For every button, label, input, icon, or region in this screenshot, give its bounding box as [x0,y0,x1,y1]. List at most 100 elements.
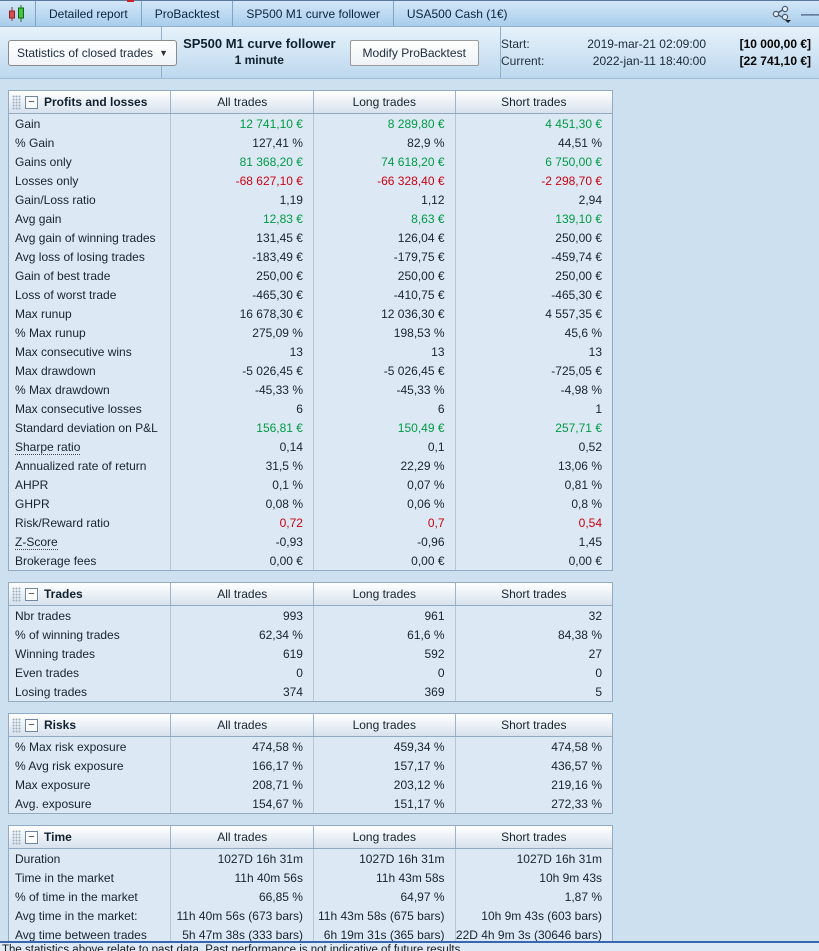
tab-strategy[interactable]: SP500 M1 curve follower [233,1,394,26]
row-label-cell: Losing trades [9,685,170,699]
cell-value: 11h 40m 56s (673 bars) [170,906,313,925]
table-row: Standard deviation on P&L 156,81 €150,49 … [9,418,612,437]
cell-value: 0,81 % [454,475,612,494]
row-label: Nbr trades [15,608,72,623]
tab-instrument[interactable]: USA500 Cash (1€) [394,1,521,26]
strategy-title-block: SP500 M1 curve follower 1 minute [183,36,335,68]
drag-grip-icon[interactable] [12,717,21,733]
row-label-cell: Gain/Loss ratio [9,193,170,207]
cell-value: -45,33 % [312,380,455,399]
cell-value: 139,10 € [454,209,612,228]
cell-value: 13 [312,342,455,361]
tabbar-actions: —— [771,1,819,26]
row-label: Sharpe ratio [15,439,81,455]
column-header: Long trades [313,583,455,605]
row-label-cell: Max drawdown [9,364,170,378]
cell-value: 2,94 [454,190,612,209]
table-row: Avg loss of losing trades -183,49 € -179,7… [9,247,612,266]
row-label: GHPR [15,496,50,511]
collapse-minus-button[interactable]: − [25,830,38,844]
row-label-cell: Annualized rate of return [9,459,170,473]
row-label-cell: Avg gain [9,212,170,226]
cell-value: 0,7 [312,513,455,532]
header-left-section: Statistics of closed trades ▼ [0,27,177,78]
row-label-cell: Gains only [9,155,170,169]
cell-value: -66 328,40 € [312,171,455,190]
drag-grip-icon[interactable] [12,586,21,602]
stats-table: − Risks All trades Long trades Short trades%… [8,713,613,814]
drag-grip-icon[interactable] [12,829,21,845]
row-label: Even trades [15,665,80,680]
current-datetime: 2022-jan-11 18:40:00 [592,53,706,68]
column-header: Short trades [454,826,612,848]
row-label: Gain/Loss ratio [15,192,96,207]
candlestick-chart-icon [0,1,36,26]
cell-value: 0,00 € [454,551,612,570]
stats-table: − Time All trades Long trades Short trades Du… [8,825,613,945]
tab-label: ProBacktest [154,6,220,21]
collapse-minus-button[interactable]: − [25,587,38,601]
row-label: Max runup [15,306,72,321]
table-row: % Gain 127,41 % 82,9 % 44,51 % [9,133,612,152]
row-label-cell: Max exposure [9,778,170,792]
cell-value: -410,75 € [312,285,455,304]
table-row: % of time in the market 66,85 % 64,97 % 1,8… [9,887,612,906]
table-row: Max exposure 208,71 % 203,12 % 219,16 % [9,775,612,794]
collapse-minus-button[interactable]: − [25,95,38,109]
row-label-cell: % of time in the market [9,890,170,904]
strategy-timeframe: 1 minute [234,53,284,68]
row-label: % Max drawdown [15,382,110,397]
table-row: Z-Score -0,93 -0,96 1,45 [9,532,612,551]
current-label: Current: [501,53,545,68]
cell-value: 592 [312,644,455,663]
current-amount: [22 741,10 €] [739,53,811,68]
statistics-dropdown[interactable]: Statistics of closed trades ▼ [8,39,177,66]
row-label: Max consecutive wins [15,344,132,359]
table-header-row: − Trades All trades Long trades Short trades [9,583,612,606]
share-icon[interactable] [771,5,793,23]
row-label: % Max risk exposure [15,739,127,754]
table-row: Max consecutive wins 13 13 13 [9,342,612,361]
modify-probacktest-button[interactable]: Modify ProBacktest [349,39,479,66]
row-label-cell: Avg time between trades [9,928,170,942]
tab-label: SP500 M1 curve follower [246,6,380,21]
column-header: Long trades [313,714,455,736]
cell-value: 44,51 % [454,133,612,152]
table-row: % Max risk exposure 474,58 % 459,34 % 474,5… [9,737,612,756]
cell-value: 84,38 % [454,625,612,644]
tab-probacktest[interactable]: ProBacktest [142,1,234,26]
cell-value: 219,16 % [454,775,612,794]
row-label-cell: Duration [9,852,170,866]
column-header: Long trades [313,826,455,848]
cell-value: -465,30 € [454,285,612,304]
tab-detailed-report[interactable]: Detailed report [36,1,142,26]
column-header: All trades [170,583,313,605]
row-label-cell: Loss of worst trade [9,288,170,302]
cell-value: 64,97 % [312,887,455,906]
start-row: Start: 2019-mar-21 02:09:00 [10 000,00 €… [501,36,811,53]
drag-grip-icon[interactable] [12,94,21,110]
table-row: % Max drawdown -45,33 % -45,33 % -4,98 % [9,380,612,399]
cell-value: 208,71 % [170,775,313,794]
table-row: Avg gain 12,83 €8,63 €139,10 € [9,209,612,228]
cell-value: 1027D 16h 31m [170,849,313,868]
table-header-row: − Profits and losses All trades Long trades… [9,91,612,114]
cell-value: 0,00 € [170,551,313,570]
cell-value: 198,53 % [312,323,455,342]
row-label: Brokerage fees [15,553,97,568]
collapse-minus-button[interactable]: − [25,718,38,732]
table-row: Avg time in the market: 11h 40m 56s (673 … [9,906,612,925]
row-label: Max consecutive losses [15,401,142,416]
minimize-dash-icon[interactable]: —— [801,7,819,21]
table-row: Gains only 81 368,20 €74 618,20 €6 750,00… [9,152,612,171]
row-label-cell: Even trades [9,666,170,680]
cell-value: 275,09 % [170,323,313,342]
table-row: Brokerage fees 0,00 €0,00 €0,00 € [9,551,612,570]
cell-value: 0,8 % [454,494,612,513]
row-label: % Gain [15,135,55,150]
row-label: Max drawdown [15,363,96,378]
tab-label: USA500 Cash (1€) [406,6,508,21]
cell-value: 13 [170,342,313,361]
row-label-cell: Avg gain of winning trades [9,231,170,245]
cell-value: 0,06 % [312,494,455,513]
